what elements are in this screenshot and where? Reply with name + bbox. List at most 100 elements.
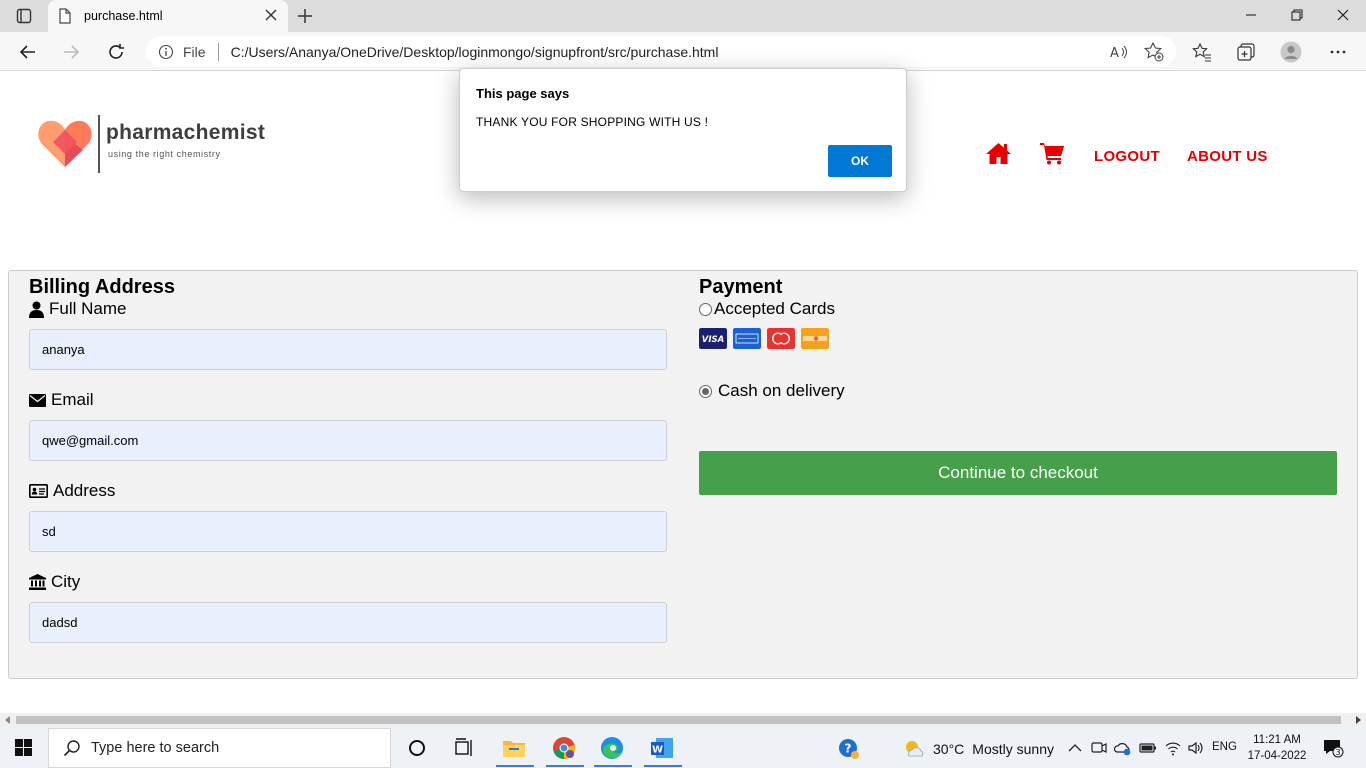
tab-title: purchase.html (84, 9, 163, 23)
collections-icon[interactable] (1235, 41, 1257, 63)
task-view-icon[interactable] (451, 735, 477, 761)
chrome-active-indicator (546, 765, 584, 767)
taskbar-search-box[interactable]: Type here to search (48, 728, 391, 768)
cash-on-delivery-option[interactable]: Cash on delivery (699, 381, 845, 401)
address-input[interactable] (29, 511, 667, 552)
logo-divider (98, 115, 100, 173)
windows-taskbar: Type here to search W ? 30°C Mostly sunn… (0, 727, 1366, 768)
system-clock[interactable]: 11:21 AM 17-04-2022 (1246, 732, 1308, 764)
full-name-label: Full Name (29, 299, 126, 319)
ok-button[interactable]: OK (828, 145, 892, 177)
meet-now-icon[interactable] (1090, 739, 1108, 757)
city-input[interactable] (29, 602, 667, 643)
volume-icon[interactable] (1187, 739, 1205, 757)
more-options-icon[interactable] (1327, 41, 1349, 63)
windows-start-icon[interactable] (15, 739, 32, 756)
search-icon (63, 740, 80, 757)
restore-icon[interactable] (1289, 7, 1305, 23)
weather-widget[interactable]: 30°C Mostly sunny (903, 739, 1054, 759)
user-icon (29, 301, 44, 318)
full-name-input[interactable] (29, 329, 667, 370)
mastercard-icon (767, 328, 795, 349)
file-icon (59, 8, 71, 24)
chrome-icon[interactable] (551, 735, 577, 761)
logout-link[interactable]: LOGOUT (1094, 148, 1160, 165)
cash-on-delivery-label: Cash on delivery (718, 381, 845, 400)
dialog-message: THANK YOU FOR SHOPPING WITH US ! (476, 115, 709, 129)
cash-on-delivery-radio[interactable] (699, 384, 712, 398)
input-language[interactable]: ENG (1212, 741, 1237, 753)
email-label-text: Email (51, 390, 94, 409)
notification-center-icon[interactable]: 3 (1322, 738, 1344, 758)
svg-text:A: A (1110, 46, 1119, 61)
home-icon[interactable] (985, 141, 1012, 165)
browser-tab-bar: purchase.html (0, 0, 1366, 32)
city-label: City (29, 572, 80, 592)
search-placeholder: Type here to search (91, 740, 220, 756)
browser-toolbar: File C:/Users/Ananya/OneDrive/Desktop/lo… (0, 32, 1366, 71)
weather-description: Mostly sunny (972, 741, 1054, 757)
info-icon[interactable] (158, 44, 174, 60)
edge-icon[interactable] (599, 735, 625, 761)
brand-logo[interactable]: pharmachemist using the right chemistry (36, 109, 276, 175)
read-aloud-icon[interactable]: A (1108, 41, 1130, 63)
heart-logo-icon (38, 120, 92, 167)
add-favorite-icon[interactable] (1143, 41, 1165, 63)
url-text: C:/Users/Ananya/OneDrive/Desktop/loginmo… (230, 43, 719, 60)
email-input[interactable] (29, 420, 667, 461)
new-tab-icon[interactable] (294, 6, 316, 26)
battery-icon[interactable] (1139, 739, 1157, 757)
svg-text:?: ? (845, 742, 852, 756)
clock-date: 17-04-2022 (1247, 750, 1307, 762)
cortana-icon[interactable] (404, 735, 430, 761)
scroll-right-icon[interactable] (1354, 716, 1362, 724)
accepted-cards-option[interactable]: Accepted Cards (699, 299, 835, 319)
horizontal-scrollbar[interactable] (0, 713, 1366, 727)
alert-dialog: This page says THANK YOU FOR SHOPPING WI… (459, 68, 907, 192)
notification-count: 3 (1335, 748, 1340, 757)
scrollbar-thumb[interactable] (16, 716, 1341, 724)
continue-to-checkout-button[interactable]: Continue to checkout (699, 451, 1337, 495)
visa-card-icon: VISA (699, 328, 727, 349)
wifi-icon[interactable] (1164, 739, 1182, 757)
svg-text:VISA: VISA (702, 335, 724, 345)
city-label-text: City (51, 572, 81, 591)
full-name-label-text: Full Name (49, 299, 127, 318)
word-active-indicator (644, 765, 682, 767)
onedrive-sync-icon[interactable] (1114, 739, 1132, 757)
weather-temperature: 30°C (933, 741, 965, 757)
amex-card-icon (733, 328, 761, 349)
address-label: Address (29, 481, 115, 501)
word-icon[interactable]: W (649, 735, 675, 761)
scroll-left-icon[interactable] (4, 716, 12, 724)
help-icon[interactable]: ? (838, 738, 860, 760)
discover-card-icon (801, 328, 829, 349)
accepted-cards-radio[interactable] (699, 302, 712, 316)
file-explorer-icon[interactable] (501, 735, 527, 761)
back-icon[interactable] (17, 41, 39, 63)
refresh-icon[interactable] (105, 41, 127, 63)
address-separator (217, 42, 219, 61)
favorites-icon[interactable] (1191, 41, 1213, 63)
about-us-link[interactable]: ABOUT US (1187, 148, 1268, 165)
address-scheme: File (183, 43, 206, 60)
cart-icon[interactable] (1039, 141, 1066, 165)
browser-tab[interactable]: purchase.html (48, 0, 288, 32)
close-window-icon[interactable] (1335, 7, 1351, 23)
minimize-icon[interactable] (1243, 7, 1259, 23)
brand-tagline: using the right chemistry (108, 149, 221, 159)
tab-actions-icon[interactable] (16, 8, 32, 24)
envelope-icon (29, 393, 46, 407)
show-hidden-icons-chevron[interactable] (1066, 739, 1084, 757)
edge-active-indicator (594, 765, 632, 767)
close-tab-icon[interactable] (262, 6, 280, 24)
address-card-icon (29, 484, 48, 498)
brand-name: pharmachemist (106, 121, 266, 144)
accepted-cards-label: Accepted Cards (714, 299, 835, 318)
forward-icon[interactable] (60, 41, 82, 63)
explorer-active-indicator (496, 765, 534, 767)
institution-icon (29, 574, 46, 590)
billing-title: Billing Address (29, 276, 175, 298)
profile-avatar-icon[interactable] (1280, 41, 1302, 63)
address-field[interactable]: File C:/Users/Ananya/OneDrive/Desktop/lo… (146, 36, 1176, 67)
